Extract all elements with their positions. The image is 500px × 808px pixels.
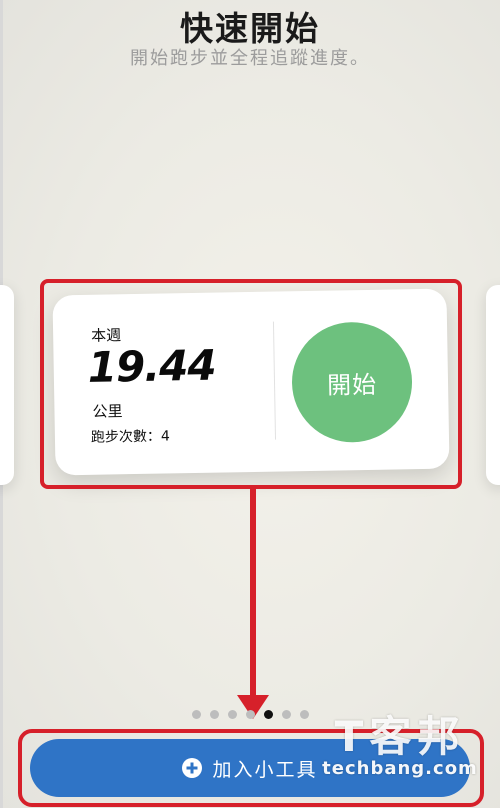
page-dot[interactable] — [281, 710, 291, 719]
page-dot-active[interactable] — [263, 710, 273, 719]
watermark-logo: T客邦 — [334, 712, 466, 761]
annotation-arrow-line — [250, 489, 256, 701]
page-dot[interactable] — [245, 710, 255, 719]
page-dot[interactable] — [191, 710, 201, 719]
watermark: T客邦 techbang.com — [320, 712, 480, 780]
previous-widget-preview[interactable] — [0, 285, 14, 485]
page-title: 快速開始 — [180, 9, 320, 48]
next-widget-preview[interactable] — [486, 285, 500, 485]
page-subtitle: 開始跑步並全程追蹤進度。 — [130, 48, 370, 69]
page-dot[interactable] — [299, 710, 309, 719]
page-dot[interactable] — [227, 710, 237, 719]
page-dot[interactable] — [209, 710, 219, 719]
annotation-highlight-widget — [40, 279, 462, 489]
watermark-url: techbang.com — [322, 758, 478, 779]
